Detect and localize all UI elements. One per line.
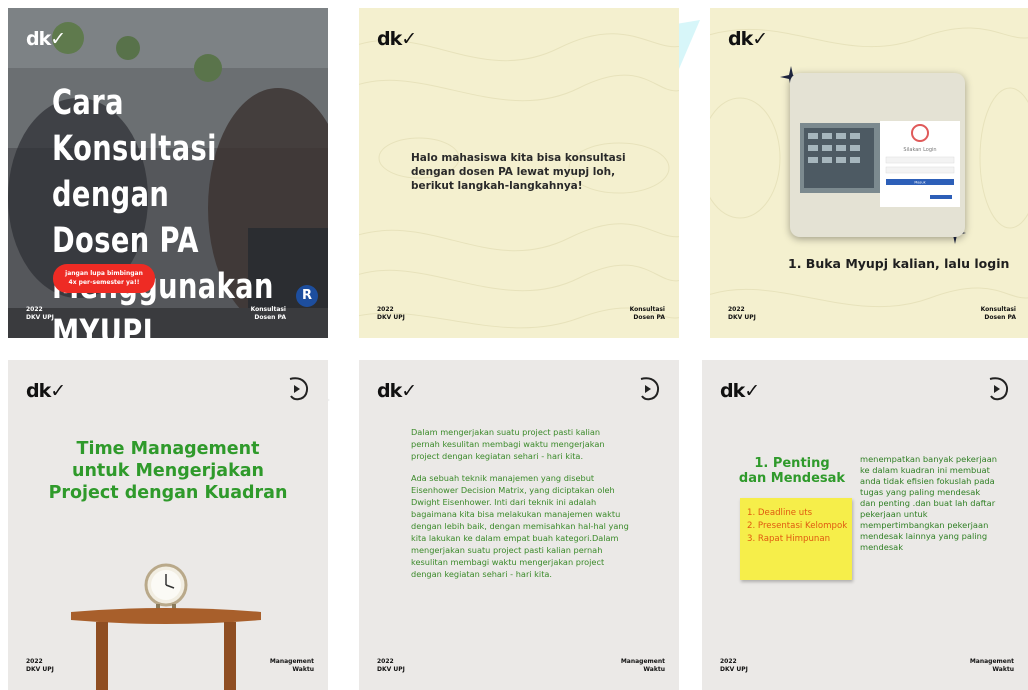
footer-text: DKV UPJ [377, 314, 405, 321]
brand-logo: dk✓ [377, 28, 417, 50]
paragraph: Dalam mengerjakan suatu project pasti ka… [411, 427, 605, 461]
footer-year: 2022 DKV UPJ [720, 658, 748, 674]
footer-year: 2022 DKV UPJ [377, 658, 405, 674]
footer-year: 2022 DKV UPJ [377, 306, 405, 322]
heading-line: 1. Penting [754, 456, 830, 471]
footer-text: Waktu [992, 666, 1014, 673]
tile-penting-mendesak[interactable]: dk✓ 1. Penting dan Mendesak 1. Deadline … [702, 360, 1028, 690]
pill-line: jangan lupa bimbingan [65, 270, 143, 277]
step-caption: 1. Buka Myupj kalian, lalu login [788, 256, 1010, 271]
brand-logo: dk✓ [720, 380, 760, 402]
upj-logo-icon [289, 377, 308, 401]
task-list: 1. Deadline uts 2. Presentasi Kelompok 3… [747, 507, 847, 546]
r-badge-icon: R [296, 285, 318, 307]
tile-eisenhower[interactable]: dk✓ Dalam mengerjakan suatu project past… [359, 360, 679, 690]
headline-line: dengan Dosen PA [52, 175, 199, 261]
login-page-image: Silakan Login Masuk [800, 121, 960, 207]
footer-topic: Management Waktu [270, 658, 314, 674]
footer-text: Management [269, 658, 314, 665]
footer-text: Management [969, 658, 1014, 665]
footer-text: Dosen PA [254, 314, 286, 321]
tile-cara-konsultasi[interactable]: dk✓ Cara Konsultasi dengan Dosen PA Meng… [8, 8, 328, 338]
footer-text: DKV UPJ [720, 666, 748, 673]
footer-text: Waktu [643, 666, 665, 673]
footer-text: DKV UPJ [728, 314, 756, 321]
headline-line: Project dengan Kuadran [48, 483, 288, 503]
upj-logo-icon [640, 377, 659, 401]
footer-text: DKV UPJ [26, 314, 54, 321]
list-item: 1. Deadline uts [747, 508, 813, 518]
footer-text: 2022 [377, 306, 394, 313]
upj-logo-icon [989, 377, 1008, 401]
tile-time-management[interactable]: dk✓ Time Management untuk Mengerjakan Pr… [8, 360, 328, 690]
headline-line: Cara Konsultasi [52, 83, 217, 169]
brand-logo: dk✓ [26, 380, 66, 402]
footer-text: Konsultasi [980, 306, 1016, 313]
list-item: 2. Presentasi Kelompok [747, 521, 848, 531]
footer-text: 2022 [728, 306, 745, 313]
footer-text: 2022 [720, 658, 737, 665]
paragraph: Ada sebuah teknik manajemen yang disebut… [411, 473, 629, 579]
list-item: 3. Rapat Himpunan [747, 534, 831, 544]
footer-text: 2022 [26, 306, 43, 313]
brand-logo: dk✓ [26, 28, 66, 50]
login-screenshot: Silakan Login Masuk [790, 73, 965, 237]
footer-text: Waktu [292, 666, 314, 673]
login-title: Silakan Login [903, 147, 936, 153]
footer-text: Konsultasi [250, 306, 286, 313]
footer-topic: Konsultasi Dosen PA [251, 306, 286, 322]
body-text: menempatkan banyak pekerjaan ke dalam ku… [860, 454, 998, 552]
footer-topic: Management Waktu [621, 658, 665, 674]
headline: Time Management untuk Mengerjakan Projec… [28, 438, 308, 504]
footer-year: 2022 DKV UPJ [728, 306, 756, 322]
footer-topic: Konsultasi Dosen PA [981, 306, 1016, 322]
footer-text: Dosen PA [984, 314, 1016, 321]
footer-topic: Management Waktu [970, 658, 1014, 674]
body-text: Dalam mengerjakan suatu project pasti ka… [411, 426, 631, 590]
headline: Cara Konsultasi dengan Dosen PA Mengguna… [52, 80, 273, 338]
footer-text: Konsultasi [629, 306, 665, 313]
tile-login-step[interactable]: dk✓ Silakan Login Masuk 1. Buka Myupj ka… [710, 8, 1028, 338]
headline-line: untuk Mengerjakan [72, 461, 264, 481]
intro-text: Halo mahasiswa kita bisa konsultasi deng… [411, 152, 626, 192]
login-button: Masuk [914, 181, 926, 185]
pill-line: 4x per-semester ya!! [68, 279, 140, 286]
footer-year: 2022 DKV UPJ [26, 306, 54, 322]
headline-line: MYUPJ [52, 313, 154, 338]
quadrant-heading: 1. Penting dan Mendesak [736, 456, 848, 486]
brand-logo: dk✓ [377, 380, 417, 402]
headline-line: Time Management [76, 439, 260, 459]
heading-line: dan Mendesak [738, 471, 846, 486]
brand-logo: dk✓ [728, 28, 768, 50]
tile-intro[interactable]: dk✓ Halo mahasiswa kita bisa konsultasi … [359, 8, 679, 338]
footer-text: 2022 [26, 658, 43, 665]
footer-text: 2022 [377, 658, 394, 665]
footer-text: DKV UPJ [26, 666, 54, 673]
clock-on-stool-illustration [71, 563, 261, 690]
footer-text: Management [620, 658, 665, 665]
footer-year: 2022 DKV UPJ [26, 658, 54, 674]
footer-topic: Konsultasi Dosen PA [630, 306, 665, 322]
footer-text: Dosen PA [633, 314, 665, 321]
reminder-pill: jangan lupa bimbingan 4x per-semester ya… [53, 264, 155, 293]
footer-text: DKV UPJ [377, 666, 405, 673]
